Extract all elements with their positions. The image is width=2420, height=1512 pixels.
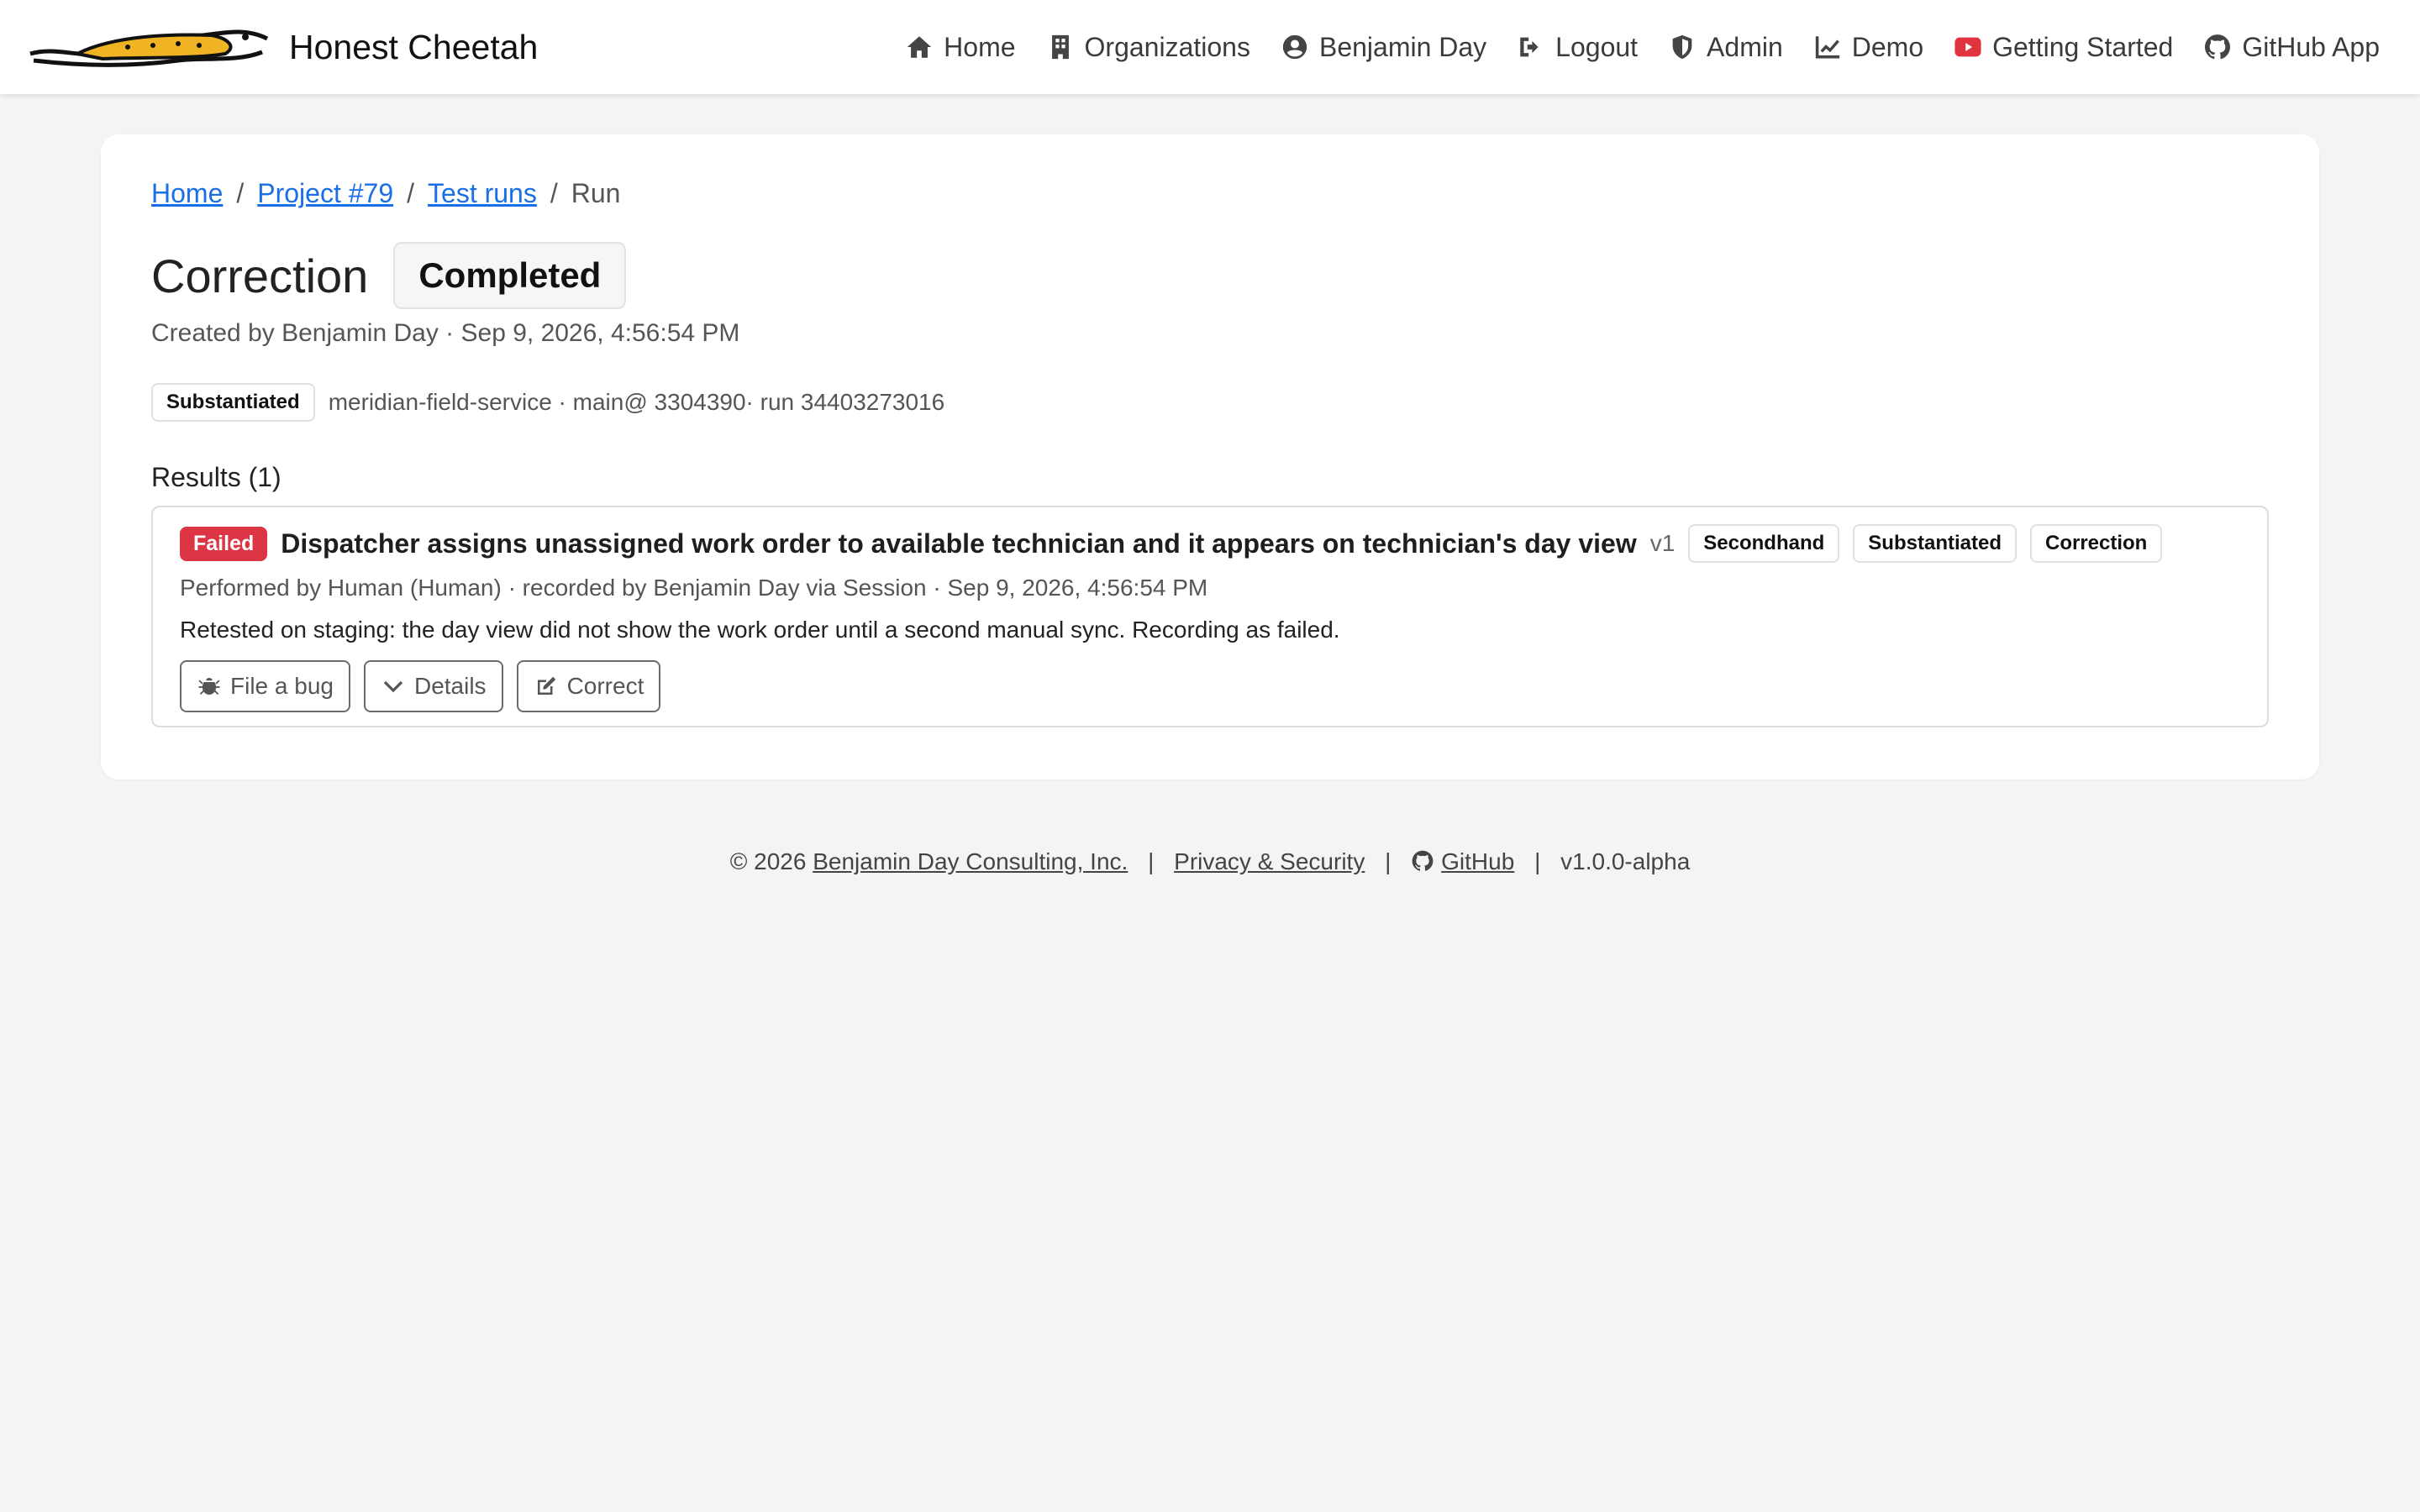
nav-user-profile[interactable]: Benjamin Day <box>1281 32 1486 63</box>
bug-icon <box>198 678 220 695</box>
edit-icon <box>537 676 555 695</box>
chevron-down-icon <box>383 680 403 693</box>
nav-demo[interactable]: Demo <box>1813 32 1923 63</box>
tag-secondhand: Secondhand <box>1688 524 1840 563</box>
footer-company-link[interactable]: Benjamin Day Consulting, Inc. <box>813 848 1128 874</box>
result-header: Failed Dispatcher assigns unassigned wor… <box>180 524 2163 563</box>
home-icon <box>908 36 932 58</box>
footer-separator: | <box>1385 848 1392 874</box>
page-title: Correction <box>151 249 369 302</box>
breadcrumb-separator: / <box>236 178 245 208</box>
cheetah-logo-icon <box>29 29 269 67</box>
chart-line-icon <box>1815 36 1839 59</box>
file-bug-button[interactable]: File a bug <box>180 660 350 712</box>
run-card: Home / Project #79 / Test runs / Run Cor… <box>101 134 2319 780</box>
breadcrumb-separator: / <box>407 178 415 208</box>
tag-correction: Correction <box>2029 524 2163 563</box>
building-icon <box>1051 34 1069 60</box>
correct-button[interactable]: Correct <box>516 660 661 712</box>
footer-github-link[interactable]: GitHub <box>1441 848 1514 874</box>
nav-home[interactable]: Home <box>905 31 1016 63</box>
user-circle-icon <box>1282 34 1307 60</box>
created-by-text: Created by Benjamin Day · Sep 9, 2026, 4… <box>151 319 740 347</box>
nav-organizations-label: Organizations <box>1084 31 1250 62</box>
breadcrumb-project-link[interactable]: Project #79 <box>257 178 393 209</box>
brand-name: Honest Cheetah <box>289 27 539 66</box>
run-source-info: meridian-field-service · main@ 3304390· … <box>328 389 945 415</box>
breadcrumb-home-link[interactable]: Home <box>151 178 223 209</box>
logout-icon <box>1520 37 1539 57</box>
page-footer: © 2026 Benjamin Day Consulting, Inc. | P… <box>0 848 2420 875</box>
github-icon <box>1412 850 1434 871</box>
result-item: Failed Dispatcher assigns unassigned wor… <box>151 506 2269 727</box>
result-title: Dispatcher assigns unassigned work order… <box>281 528 1637 559</box>
nav-github-app[interactable]: GitHub App <box>2203 32 2380 63</box>
breadcrumb-current: Run <box>571 178 621 208</box>
run-meta-row: Substantiated meridian-field-service · m… <box>151 383 944 422</box>
nav-admin[interactable]: Admin <box>1668 32 1783 63</box>
footer-separator: | <box>1534 848 1541 874</box>
results-heading: Results (1) <box>151 462 281 492</box>
title-row: Correction Completed <box>151 242 627 309</box>
nav-demo-label: Demo <box>1851 31 1924 62</box>
breadcrumb-test-runs-link[interactable]: Test runs <box>428 178 537 209</box>
nav-logout-label: Logout <box>1555 31 1639 62</box>
nav-organizations[interactable]: Organizations <box>1046 32 1250 63</box>
top-navbar: Honest Cheetah Home Organizations Benjam… <box>0 0 2420 94</box>
brand[interactable]: Honest Cheetah <box>27 15 538 79</box>
tag-substantiated: Substantiated <box>1853 524 2017 563</box>
correct-label: Correct <box>566 673 644 699</box>
breadcrumb-separator: / <box>550 178 558 208</box>
github-icon <box>2205 34 2231 60</box>
breadcrumb: Home / Project #79 / Test runs / Run <box>151 178 620 209</box>
result-performed-by: Performed by Human (Human) · recorded by… <box>180 575 1208 601</box>
nav-logout[interactable]: Logout <box>1517 32 1638 63</box>
result-status-badge: Failed <box>180 526 268 561</box>
main-nav: Home Organizations Benjamin Day Logout A… <box>875 0 2380 94</box>
result-version: v1 <box>1649 530 1676 556</box>
result-actions: File a bug Details Correct <box>180 660 661 712</box>
footer-copyright: © 2026 <box>729 848 807 874</box>
details-label: Details <box>413 673 487 699</box>
run-status-badge: Completed <box>393 242 627 309</box>
nav-admin-label: Admin <box>1707 31 1783 62</box>
nav-getting-started-label: Getting Started <box>1992 31 2174 62</box>
youtube-icon <box>1954 37 1981 57</box>
substantiated-tag: Substantiated <box>151 383 315 422</box>
nav-home-label: Home <box>944 31 1016 62</box>
footer-separator: | <box>1148 848 1155 874</box>
file-bug-label: File a bug <box>230 673 334 699</box>
shield-icon <box>1672 34 1692 60</box>
footer-privacy-link[interactable]: Privacy & Security <box>1174 848 1365 874</box>
details-button[interactable]: Details <box>363 660 503 712</box>
nav-getting-started[interactable]: Getting Started <box>1954 32 2173 63</box>
result-notes: Retested on staging: the day view did no… <box>180 617 1340 643</box>
nav-github-app-label: GitHub App <box>2242 31 2380 62</box>
footer-version: v1.0.0-alpha <box>1560 848 1691 874</box>
nav-user-label: Benjamin Day <box>1318 31 1487 62</box>
